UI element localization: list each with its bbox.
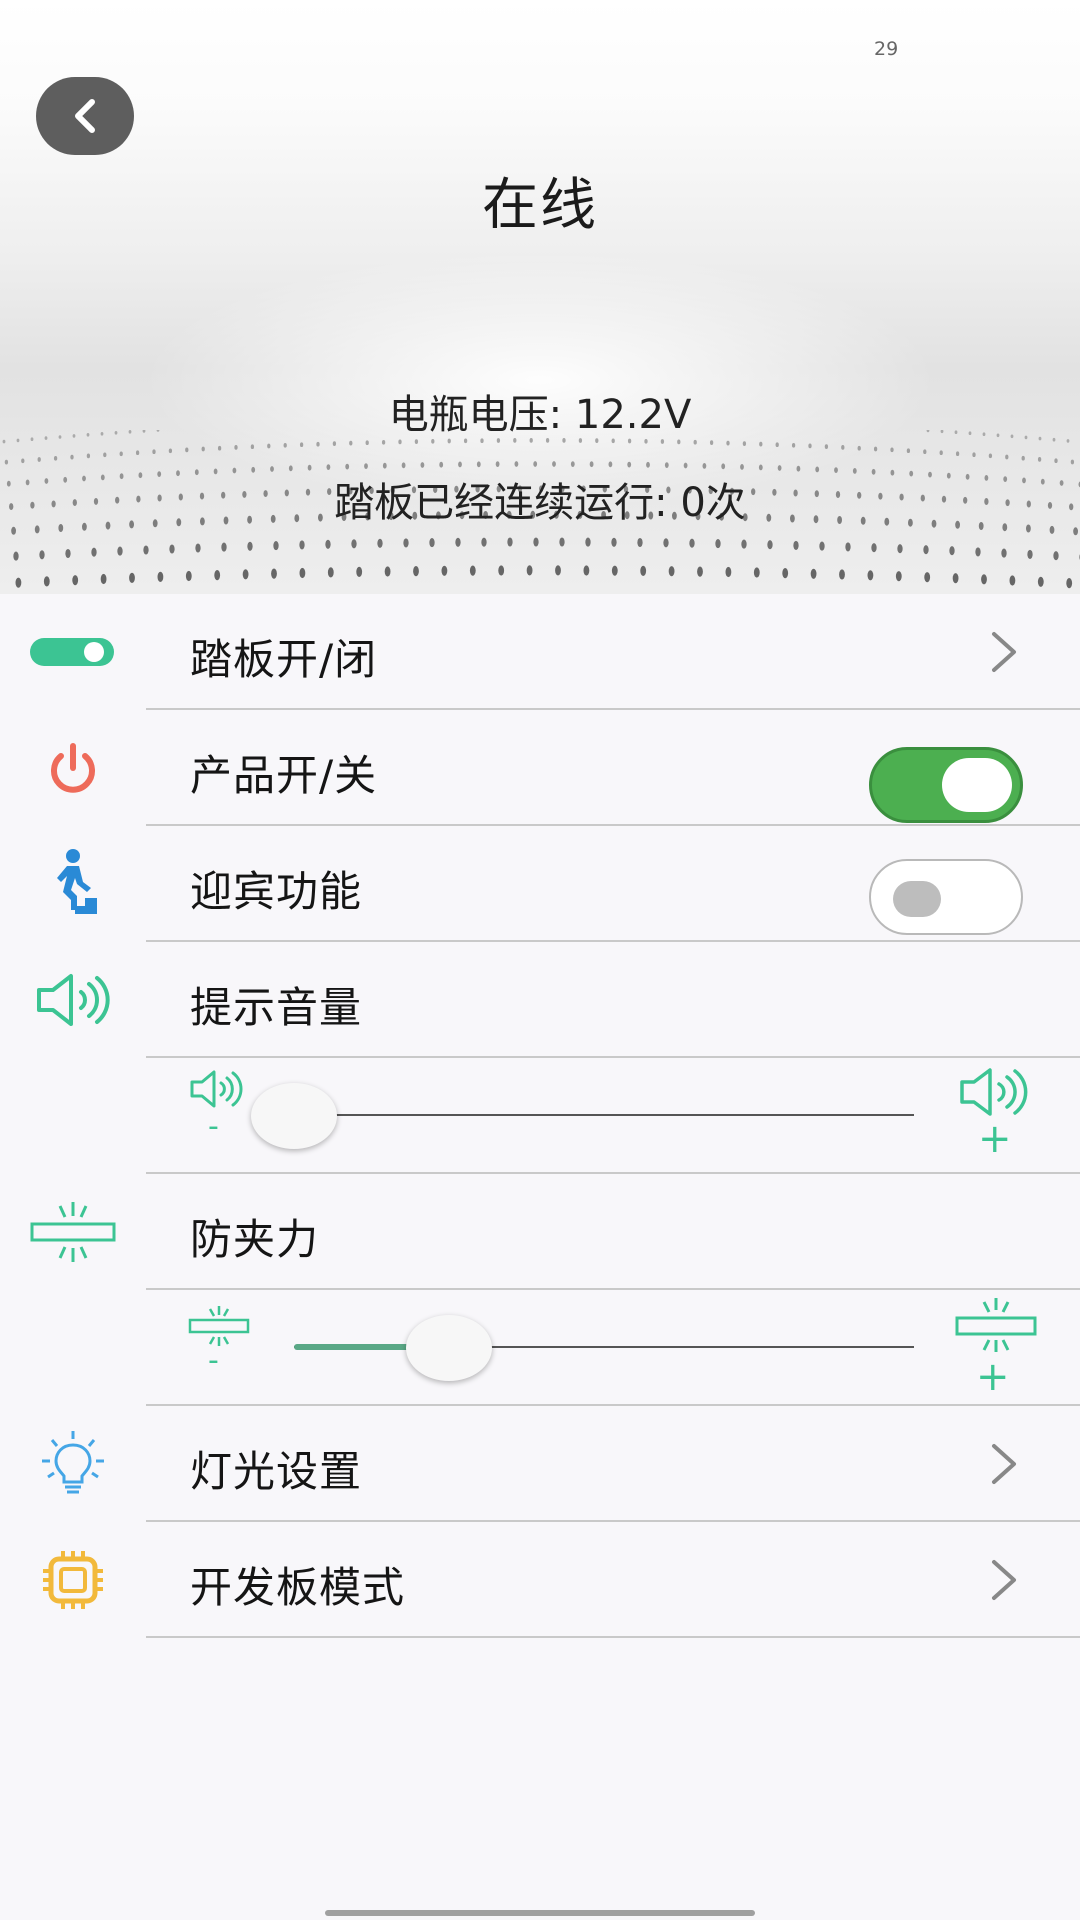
anti-pinch-slider-row: - + <box>0 1290 1080 1406</box>
row-divider <box>146 1636 1080 1638</box>
page-title: 在线 <box>482 173 598 238</box>
pedal-toggle-row[interactable]: 踏板开/闭 <box>0 594 1080 710</box>
light-settings-row[interactable]: 灯光设置 <box>0 1406 1080 1522</box>
volume-row: 提示音量 <box>0 942 1080 1058</box>
volume-label: 提示音量 <box>190 983 363 1032</box>
lightbulb-icon <box>28 1431 118 1496</box>
volume-slider-row: - + <box>0 1058 1080 1174</box>
battery-voltage-text: 电瓶电压: 12.2V <box>388 392 692 438</box>
welcome-switch[interactable] <box>869 859 1023 935</box>
back-button[interactable] <box>36 77 134 155</box>
volume-plus-symbol: + <box>978 1116 1012 1162</box>
volume-slider-track[interactable] <box>294 1114 914 1116</box>
welcome-label: 迎宾功能 <box>190 867 363 916</box>
toggle-switch-icon <box>28 620 118 684</box>
power-icon <box>28 736 118 800</box>
chip-icon <box>28 1548 118 1612</box>
pinch-force-icon <box>28 1200 118 1264</box>
anti-pinch-label: 防夹力 <box>190 1215 320 1264</box>
dev-board-mode-row[interactable]: 开发板模式 <box>0 1522 1080 1638</box>
home-indicator[interactable] <box>325 1910 755 1916</box>
product-power-row: 产品开/关 <box>0 710 1080 826</box>
dev-board-mode-label: 开发板模式 <box>190 1563 406 1612</box>
speaker-icon <box>28 968 118 1032</box>
welcome-row: 迎宾功能 <box>0 826 1080 942</box>
chevron-right-icon <box>992 632 1016 672</box>
product-power-label: 产品开/关 <box>190 751 378 800</box>
switch-knob <box>893 881 941 917</box>
light-settings-label: 灯光设置 <box>190 1447 363 1496</box>
volume-up-icon[interactable]: + <box>956 1066 1036 1166</box>
volume-slider-thumb[interactable] <box>251 1083 337 1149</box>
person-on-step-icon <box>28 849 118 916</box>
pedal-toggle-label: 踏板开/闭 <box>190 635 378 684</box>
pinch-up-icon[interactable]: + <box>954 1296 1038 1400</box>
product-power-switch[interactable] <box>869 747 1023 823</box>
anti-pinch-slider-thumb[interactable] <box>406 1315 492 1381</box>
anti-pinch-row: 防夹力 <box>0 1174 1080 1290</box>
volume-down-icon[interactable]: - <box>188 1070 248 1154</box>
pinch-down-icon[interactable]: - <box>188 1304 252 1388</box>
pinch-plus-symbol: + <box>976 1354 1010 1396</box>
volume-minus-symbol: - <box>208 1109 219 1144</box>
pinch-minus-symbol: - <box>208 1343 219 1378</box>
chevron-left-icon <box>75 99 95 133</box>
switch-knob <box>942 758 1012 812</box>
chevron-right-icon <box>992 1444 1016 1484</box>
header-banner: 29 在线 电瓶电压: 12.2V 踏板已经连续运行: 0次 <box>0 0 1080 594</box>
chevron-right-icon <box>992 1560 1016 1600</box>
settings-list: 踏板开/闭 产品开/关 迎宾功能 提示音量 - + 防夹力 - + 灯光设置 开… <box>0 594 1080 1638</box>
run-count-text: 踏板已经连续运行: 0次 <box>334 480 746 526</box>
status-bar-number: 29 <box>874 38 899 60</box>
